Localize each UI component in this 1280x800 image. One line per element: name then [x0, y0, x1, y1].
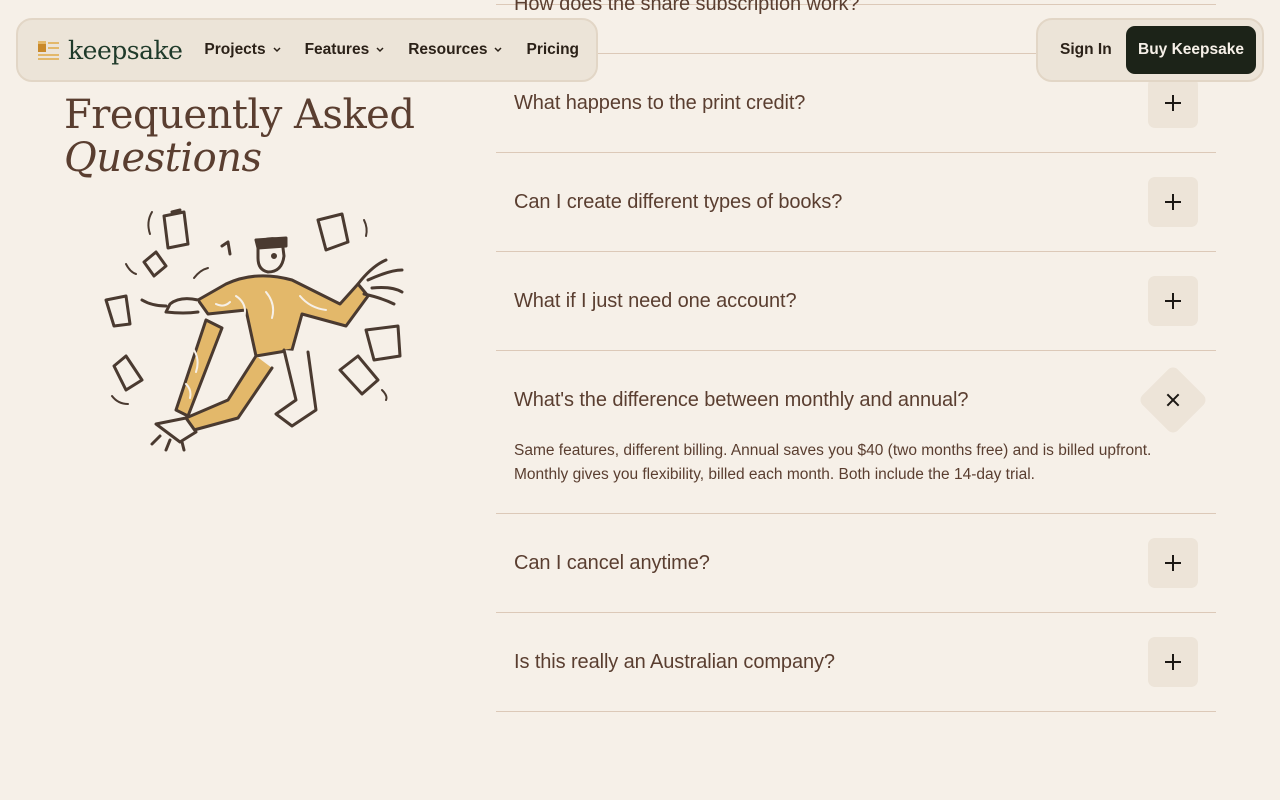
- faq-question[interactable]: Is this really an Australian company?: [514, 651, 835, 674]
- faq-item: What if I just need one account?: [496, 252, 1216, 351]
- nav-resources[interactable]: Resources: [408, 41, 503, 59]
- faq-heading-line1: Frequently Asked: [64, 92, 415, 138]
- sign-in-link[interactable]: Sign In: [1060, 41, 1112, 59]
- faq-item: Can I cancel anytime?: [496, 514, 1216, 613]
- nav-label: Projects: [204, 41, 266, 58]
- faq-question-row[interactable]: What if I just need one account?: [496, 252, 1216, 350]
- nav-projects[interactable]: Projects: [204, 41, 281, 59]
- nav-label: Features: [304, 41, 370, 58]
- buy-keepsake-button[interactable]: Buy Keepsake: [1126, 26, 1256, 74]
- faq-question[interactable]: What's the difference between monthly an…: [514, 389, 969, 412]
- faq-heading: Frequently Asked Questions: [64, 92, 415, 181]
- faq-item-open: What's the difference between monthly an…: [496, 351, 1216, 514]
- brand-logo[interactable]: keepsake: [38, 35, 183, 65]
- expand-button[interactable]: [1148, 276, 1198, 326]
- plus-icon: [1165, 555, 1181, 571]
- faq-question-row[interactable]: Can I cancel anytime?: [496, 514, 1216, 612]
- main-nav: keepsake Projects Features Resources Pri…: [16, 18, 598, 82]
- plus-icon: [1165, 293, 1181, 309]
- brand-name: keepsake: [68, 35, 183, 65]
- faq-heading-line2: Questions: [64, 135, 262, 181]
- faq-list: How does the share subscription work? Wh…: [496, 0, 1216, 712]
- expand-button[interactable]: [1148, 78, 1198, 128]
- faq-question[interactable]: What happens to the print credit?: [514, 92, 805, 115]
- close-icon: [1166, 393, 1180, 407]
- expand-button[interactable]: [1148, 637, 1198, 687]
- chevron-down-icon: [376, 47, 384, 53]
- book-logo-icon: [38, 41, 59, 60]
- faq-question[interactable]: Can I create different types of books?: [514, 191, 842, 214]
- faq-answer: Same features, different billing. Annual…: [514, 442, 1152, 483]
- nav-label: Pricing: [526, 41, 580, 58]
- expand-button[interactable]: [1148, 177, 1198, 227]
- chevron-down-icon: [494, 47, 503, 53]
- collapse-button[interactable]: [1137, 364, 1209, 436]
- faq-question[interactable]: What if I just need one account?: [514, 290, 797, 313]
- faq-item: Is this really an Australian company?: [496, 613, 1216, 712]
- plus-icon: [1165, 654, 1181, 670]
- faq-question-row[interactable]: Is this really an Australian company?: [496, 613, 1216, 711]
- faq-question[interactable]: How does the share subscription work?: [514, 0, 859, 16]
- expand-button[interactable]: [1148, 538, 1198, 588]
- plus-icon: [1165, 194, 1181, 210]
- nav-label: Resources: [408, 41, 488, 58]
- chevron-down-icon: [273, 47, 281, 53]
- faq-question-row[interactable]: What's the difference between monthly an…: [496, 351, 1216, 449]
- plus-icon: [1165, 95, 1181, 111]
- faq-question-row[interactable]: Can I create different types of books?: [496, 153, 1216, 251]
- faq-question[interactable]: Can I cancel anytime?: [514, 552, 710, 575]
- nav-features[interactable]: Features: [305, 41, 385, 59]
- juggling-person-illustration: [104, 208, 404, 452]
- faq-item: Can I create different types of books?: [496, 153, 1216, 252]
- nav-pricing[interactable]: Pricing: [526, 41, 579, 59]
- account-nav: Sign In Buy Keepsake: [1036, 18, 1264, 82]
